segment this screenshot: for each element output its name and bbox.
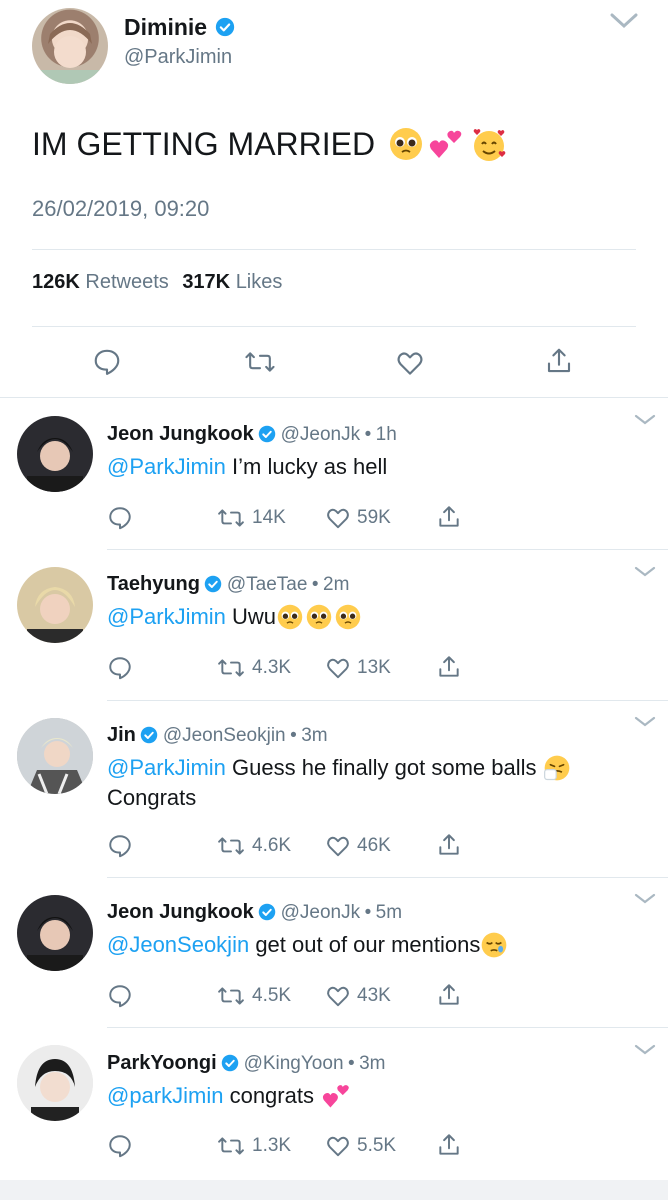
divider	[107, 549, 668, 550]
retweet-icon	[218, 987, 244, 1005]
retweets-stat[interactable]: 126K Retweets	[32, 271, 174, 293]
main-tweet-stats: 126K Retweets 317K Likes	[32, 271, 282, 294]
verified-badge-icon	[205, 575, 222, 593]
like-heart-icon	[327, 508, 349, 529]
reply-icon[interactable]	[107, 655, 133, 681]
reply-avatar[interactable]	[17, 718, 93, 794]
bottom-bar	[0, 1180, 668, 1200]
like-action[interactable]: 43K	[325, 983, 391, 1009]
verified-badge-icon	[221, 1054, 239, 1072]
reply-text: @JeonSeokjin get out of our mentions	[107, 930, 508, 960]
sleepy-face-icon	[481, 932, 507, 958]
reply-icon[interactable]	[107, 833, 133, 859]
retweet-icon[interactable]	[244, 347, 276, 377]
reply-text: @ParkJimin Uwu	[107, 602, 361, 632]
reply-avatar[interactable]	[17, 895, 93, 971]
reply-icon[interactable]	[107, 1133, 133, 1159]
reply-icon[interactable]	[107, 505, 133, 531]
retweet-icon	[218, 509, 244, 527]
share-icon[interactable]	[436, 654, 462, 680]
main-tweet-avatar[interactable]	[32, 8, 108, 84]
retweet-icon	[218, 1137, 244, 1155]
like-action[interactable]: 59K	[325, 505, 391, 531]
share-icon[interactable]	[436, 832, 462, 858]
like-action[interactable]: 13K	[325, 655, 391, 681]
pleading-face-icon	[306, 604, 332, 630]
chevron-down-icon[interactable]	[634, 893, 656, 905]
chevron-down-icon[interactable]	[609, 12, 639, 30]
divider	[107, 877, 668, 878]
like-heart-icon[interactable]	[395, 348, 425, 378]
likes-stat[interactable]: 317K Likes	[182, 271, 282, 293]
like-heart-icon	[327, 1136, 349, 1157]
reply-icon[interactable]	[92, 347, 122, 377]
like-heart-icon	[327, 986, 349, 1007]
reply-header: Taehyung @TaeTae • 2m	[107, 573, 350, 595]
pleading-face-icon	[277, 604, 303, 630]
two-hearts-icon	[429, 130, 462, 158]
reply-avatar[interactable]	[17, 567, 93, 643]
chevron-down-icon[interactable]	[634, 1044, 656, 1056]
retweet-action[interactable]: 4.3K	[216, 655, 291, 681]
main-tweet-display-name[interactable]: Diminie	[124, 14, 235, 41]
verified-badge-icon	[141, 726, 158, 744]
avatar-image	[27, 587, 83, 643]
chevron-down-icon[interactable]	[634, 716, 656, 728]
chevron-down-icon[interactable]	[634, 566, 656, 578]
retweet-icon	[218, 659, 244, 677]
avatar-image	[17, 1045, 93, 1121]
share-icon[interactable]	[436, 982, 462, 1008]
share-icon[interactable]	[544, 346, 574, 376]
retweet-action[interactable]: 1.3K	[216, 1133, 291, 1159]
share-icon[interactable]	[436, 1132, 462, 1158]
retweet-action[interactable]: 4.5K	[216, 983, 291, 1009]
retweet-icon	[218, 837, 244, 855]
chevron-down-icon[interactable]	[634, 414, 656, 426]
share-icon[interactable]	[436, 504, 462, 530]
reply-text: @ParkJimin Guess he finally got some bal…	[107, 753, 647, 813]
divider	[107, 700, 668, 701]
smiling-face-with-hearts-icon	[473, 128, 506, 161]
reply-text: @parkJimin congrats	[107, 1081, 352, 1111]
avatar-image	[32, 23, 108, 84]
reply-avatar[interactable]	[17, 416, 93, 492]
divider	[107, 1027, 668, 1028]
verified-badge-icon	[258, 903, 276, 921]
pleading-face-icon	[390, 127, 423, 160]
reply-header: Jeon Jungkook @JeonJk • 5m	[107, 901, 403, 923]
verified-badge-icon	[258, 425, 276, 443]
avatar-image	[27, 438, 83, 492]
like-action[interactable]: 5.5K	[325, 1133, 396, 1159]
reply-header: ParkYoongi @KingYoon • 3m	[107, 1052, 386, 1074]
avatar-image	[17, 718, 93, 794]
retweet-action[interactable]: 14K	[216, 505, 286, 531]
divider	[0, 397, 668, 398]
reply-text: @ParkJimin I’m lucky as hell	[107, 454, 388, 479]
reply-header: Jin @JeonSeokjin • 3m	[107, 724, 328, 746]
retweet-action[interactable]: 4.6K	[216, 833, 291, 859]
reply-header: Jeon Jungkook @JeonJk • 1h	[107, 423, 397, 445]
two-hearts-icon	[322, 1085, 349, 1108]
pleading-face-icon	[335, 604, 361, 630]
main-tweet-handle[interactable]: @ParkJimin	[124, 46, 232, 69]
reply-avatar[interactable]	[17, 1045, 93, 1121]
divider	[32, 249, 636, 250]
verified-badge-icon	[216, 17, 235, 37]
reply-icon[interactable]	[107, 983, 133, 1009]
main-tweet-timestamp[interactable]: 26/02/2019, 09:20	[32, 196, 209, 222]
main-tweet-text: IM GETTING MARRIED	[32, 126, 507, 163]
like-heart-icon	[327, 836, 349, 857]
like-action[interactable]: 46K	[325, 833, 391, 859]
divider	[32, 326, 636, 327]
sneezing-face-icon	[543, 755, 569, 781]
like-heart-icon	[327, 658, 349, 679]
avatar-image	[27, 917, 83, 971]
